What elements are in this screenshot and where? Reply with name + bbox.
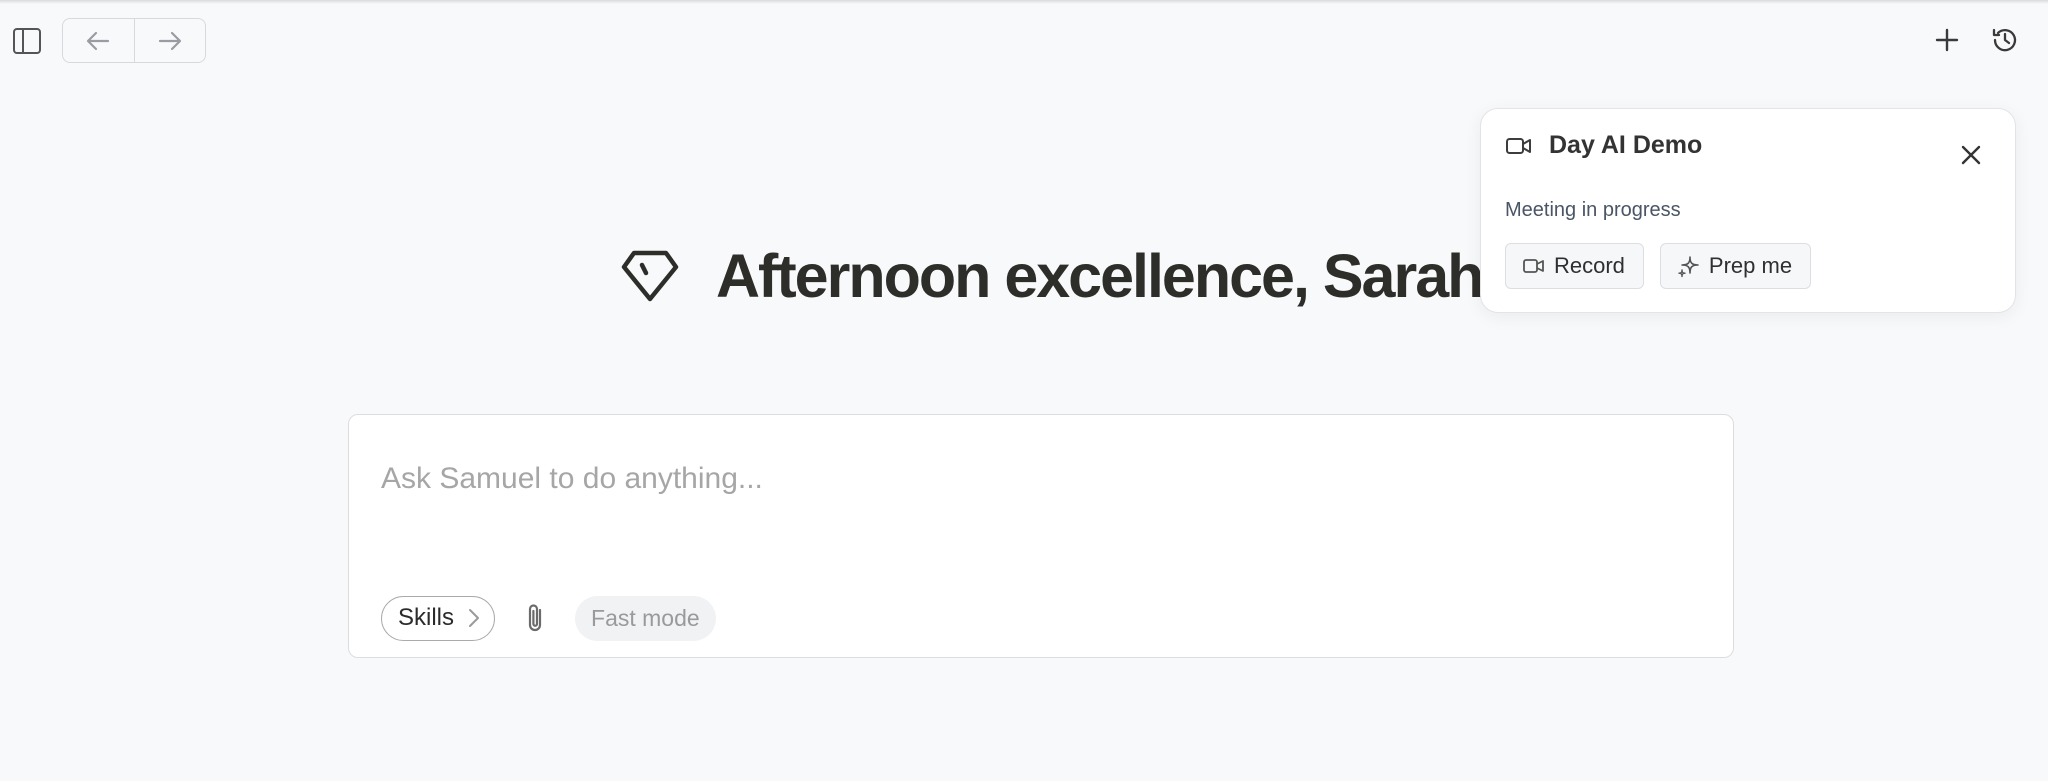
arrow-right-icon	[158, 31, 181, 50]
history-icon	[1992, 28, 2017, 52]
forward-button[interactable]	[133, 19, 206, 62]
prep-me-button[interactable]: Prep me	[1659, 243, 1812, 289]
prep-me-label: Prep me	[1708, 253, 1793, 278]
history-button[interactable]	[1987, 22, 2023, 58]
video-camera-icon	[1523, 259, 1544, 273]
meeting-card: Day AI Demo Meeting in progress Record P…	[1480, 108, 2016, 313]
meeting-title: Day AI Demo	[1549, 131, 1703, 159]
meeting-card-header: Day AI Demo	[1505, 131, 1702, 160]
chevron-right-icon	[469, 609, 480, 627]
meeting-actions: Record Prep me	[1505, 243, 1812, 289]
paperclip-icon	[528, 604, 542, 632]
record-label: Record	[1554, 253, 1625, 278]
close-icon	[1961, 145, 1981, 165]
skills-button[interactable]: Skills	[381, 595, 496, 641]
fast-mode-label: Fast mode	[591, 604, 700, 631]
greeting-title: Afternoon excellence, Sarah	[716, 242, 1484, 310]
history-navigation	[62, 18, 206, 63]
sparkles-icon	[1678, 256, 1699, 278]
sidebar-toggle-button[interactable]	[10, 24, 44, 58]
new-chat-button[interactable]	[1929, 22, 1965, 58]
skills-label: Skills	[398, 604, 455, 631]
attach-button[interactable]	[517, 598, 553, 638]
diamond-icon	[621, 250, 679, 302]
close-card-button[interactable]	[1955, 139, 1987, 171]
video-camera-icon	[1506, 137, 1531, 154]
record-button[interactable]: Record	[1505, 243, 1644, 289]
composer-tools: Skills Fast mode	[381, 595, 716, 641]
prompt-input[interactable]	[381, 449, 1681, 509]
prompt-composer: Skills Fast mode	[348, 414, 1734, 658]
arrow-left-icon	[87, 31, 110, 50]
back-button[interactable]	[63, 19, 134, 62]
plus-icon	[1935, 28, 1959, 52]
sidebar-panel-icon	[13, 28, 41, 54]
meeting-status: Meeting in progress	[1505, 199, 1681, 221]
top-edge-shadow	[0, 0, 2048, 4]
greeting: Afternoon excellence, Sarah	[620, 236, 1484, 316]
fast-mode-toggle[interactable]: Fast mode	[575, 595, 716, 641]
app-page: Afternoon excellence, Sarah Skills Fast …	[0, 0, 2048, 781]
